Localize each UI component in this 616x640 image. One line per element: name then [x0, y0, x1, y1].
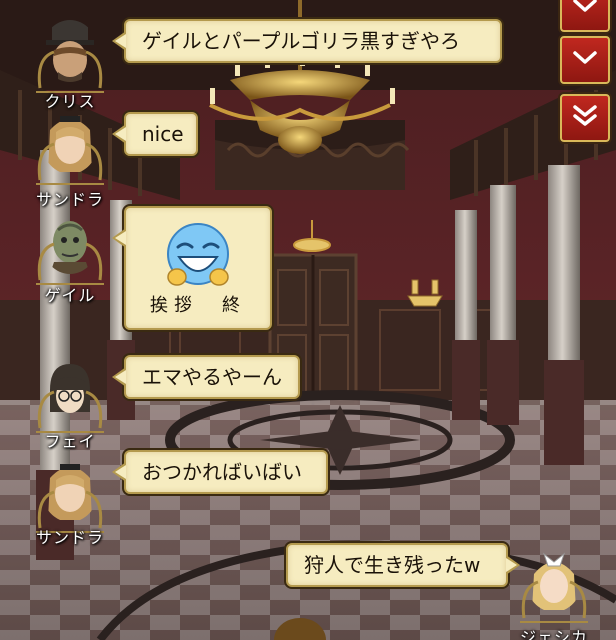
message-bubble: 狩人で生き残ったw	[286, 543, 520, 587]
avatar[interactable]: クリス	[34, 18, 106, 111]
message-bubble: おつかればいばい	[112, 450, 328, 494]
message-text: 狩人で生き残ったw	[304, 553, 481, 577]
sticker-caption: 挨拶 終	[150, 295, 246, 316]
laughing-emoji-sticker	[167, 223, 229, 286]
speaker-name: サンドラ	[35, 190, 104, 209]
message-bubble: nice	[112, 112, 198, 156]
message-bubble: ゲイルとパープルゴリラ黒すぎやろ	[112, 19, 502, 63]
message-text: ゲイルとパープルゴリラ黒すぎやろ	[142, 29, 460, 53]
avatar[interactable]: サンドラ	[34, 458, 106, 547]
speaker-name: ゲイル	[44, 286, 96, 305]
message-bubble: エマやるやーん	[112, 355, 300, 399]
speaker-name: フェイ	[44, 432, 96, 451]
double-chevron-down-icon	[572, 104, 598, 132]
avatar[interactable]: フェイ	[34, 358, 106, 451]
avatar[interactable]: ゲイル	[34, 210, 106, 305]
scroll-down-button[interactable]	[560, 0, 610, 32]
chevron-down-icon	[572, 0, 598, 18]
speaker-name: ジェシカ	[519, 628, 588, 640]
scroll-to-bottom-button[interactable]	[560, 94, 610, 142]
sticker-bubble: 挨拶 終	[112, 206, 272, 330]
message-text: おつかればいばい	[142, 460, 302, 484]
chevron-down-icon	[572, 50, 598, 70]
message-text: エマやるやーん	[142, 365, 282, 389]
speaker-name: サンドラ	[35, 528, 104, 547]
speaker-name: クリス	[44, 92, 96, 111]
avatar[interactable]: サンドラ	[34, 110, 106, 209]
scroll-down-more-button[interactable]	[560, 36, 610, 84]
message-text: nice	[142, 122, 184, 146]
avatar[interactable]: ジェシカ	[518, 548, 590, 640]
